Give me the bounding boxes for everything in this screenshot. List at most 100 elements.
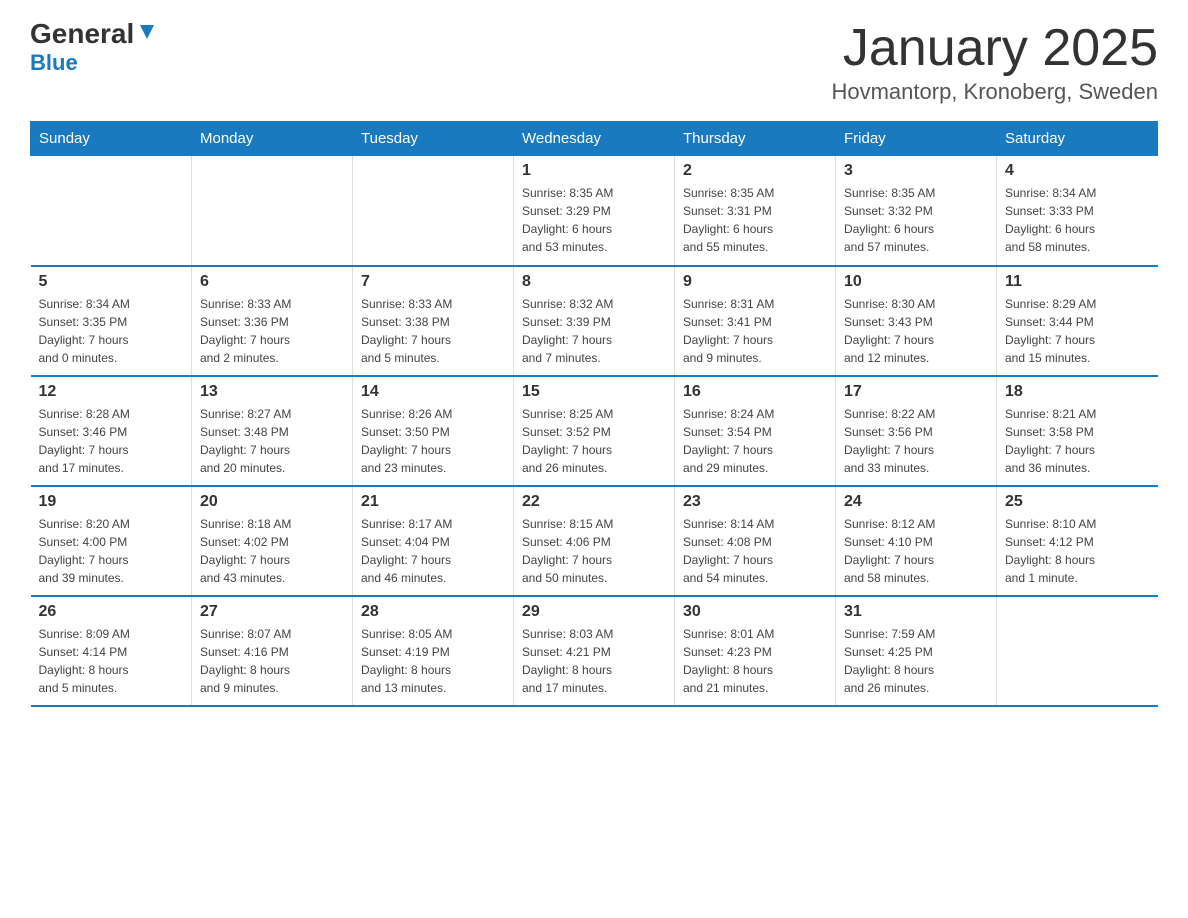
day-info: Sunrise: 8:25 AM Sunset: 3:52 PM Dayligh… bbox=[522, 405, 666, 477]
calendar-week-row: 12Sunrise: 8:28 AM Sunset: 3:46 PM Dayli… bbox=[31, 376, 1158, 486]
calendar-cell: 29Sunrise: 8:03 AM Sunset: 4:21 PM Dayli… bbox=[514, 596, 675, 706]
calendar-week-row: 19 Sunrise: 8:20 AM Sunset: 4:00 PM Dayli… bbox=[31, 486, 1158, 596]
day-number: 28 bbox=[361, 603, 505, 621]
day-number: 14 bbox=[361, 383, 505, 401]
day-number: 17 bbox=[844, 383, 988, 401]
calendar-cell: 2 Sunrise: 8:35 AM Sunset: 3:31 PM Daylig… bbox=[675, 156, 836, 266]
calendar-cell: 6Sunrise: 8:33 AM Sunset: 3:36 PM Daylig… bbox=[192, 266, 353, 376]
calendar-cell: 4 Sunrise: 8:34 AM Sunset: 3:33 PM Daylig… bbox=[997, 156, 1158, 266]
day-info: Sunrise: 8:22 AM Sunset: 3:56 PM Dayligh… bbox=[844, 405, 988, 477]
day-info: Sunrise: 8:33 AM Sunset: 3:38 PM Dayligh… bbox=[361, 295, 505, 367]
calendar-cell: 18 Sunrise: 8:21 AM Sunset: 3:58 PM Dayli… bbox=[997, 376, 1158, 486]
calendar-cell bbox=[31, 156, 192, 266]
day-info: Sunrise: 8:28 AM Sunset: 3:46 PM Dayligh… bbox=[39, 405, 184, 477]
column-header-tuesday: Tuesday bbox=[353, 122, 514, 156]
day-info: Sunrise: 8:24 AM Sunset: 3:54 PM Dayligh… bbox=[683, 405, 827, 477]
calendar-cell: 20 Sunrise: 8:18 AM Sunset: 4:02 PM Dayli… bbox=[192, 486, 353, 596]
calendar-cell: 11 Sunrise: 8:29 AM Sunset: 3:44 PM Dayli… bbox=[997, 266, 1158, 376]
day-number: 5 bbox=[39, 273, 184, 291]
day-info: Sunrise: 8:07 AM Sunset: 4:16 PM Dayligh… bbox=[200, 625, 344, 697]
day-number: 11 bbox=[1005, 273, 1150, 291]
location: Hovmantorp, Kronoberg, Sweden bbox=[831, 79, 1158, 105]
day-info: Sunrise: 8:18 AM Sunset: 4:02 PM Dayligh… bbox=[200, 515, 344, 587]
day-info: Sunrise: 8:17 AM Sunset: 4:04 PM Dayligh… bbox=[361, 515, 505, 587]
day-number: 4 bbox=[1005, 162, 1150, 180]
calendar-cell: 28 Sunrise: 8:05 AM Sunset: 4:19 PM Dayli… bbox=[353, 596, 514, 706]
day-number: 24 bbox=[844, 493, 988, 511]
day-number: 13 bbox=[200, 383, 344, 401]
day-info: Sunrise: 8:05 AM Sunset: 4:19 PM Dayligh… bbox=[361, 625, 505, 697]
calendar-cell: 24 Sunrise: 8:12 AM Sunset: 4:10 PM Dayli… bbox=[836, 486, 997, 596]
calendar-header-row: SundayMondayTuesdayWednesdayThursdayFrid… bbox=[31, 122, 1158, 156]
calendar-table: SundayMondayTuesdayWednesdayThursdayFrid… bbox=[30, 121, 1158, 707]
day-number: 2 bbox=[683, 162, 827, 180]
day-number: 19 bbox=[39, 493, 184, 511]
day-info: Sunrise: 8:20 AM Sunset: 4:00 PM Dayligh… bbox=[39, 515, 184, 587]
day-number: 30 bbox=[683, 603, 827, 621]
calendar-week-row: 5Sunrise: 8:34 AM Sunset: 3:35 PM Daylig… bbox=[31, 266, 1158, 376]
day-info: Sunrise: 8:31 AM Sunset: 3:41 PM Dayligh… bbox=[683, 295, 827, 367]
day-info: Sunrise: 7:59 AM Sunset: 4:25 PM Dayligh… bbox=[844, 625, 988, 697]
calendar-cell: 22 Sunrise: 8:15 AM Sunset: 4:06 PM Dayli… bbox=[514, 486, 675, 596]
day-info: Sunrise: 8:01 AM Sunset: 4:23 PM Dayligh… bbox=[683, 625, 827, 697]
day-number: 26 bbox=[39, 603, 184, 621]
day-info: Sunrise: 8:14 AM Sunset: 4:08 PM Dayligh… bbox=[683, 515, 827, 587]
day-number: 3 bbox=[844, 162, 988, 180]
calendar-cell: 3 Sunrise: 8:35 AM Sunset: 3:32 PM Daylig… bbox=[836, 156, 997, 266]
title-area: January 2025 Hovmantorp, Kronoberg, Swed… bbox=[831, 20, 1158, 105]
calendar-week-row: 26 Sunrise: 8:09 AM Sunset: 4:14 PM Dayli… bbox=[31, 596, 1158, 706]
day-number: 25 bbox=[1005, 493, 1150, 511]
calendar-cell: 31 Sunrise: 7:59 AM Sunset: 4:25 PM Dayli… bbox=[836, 596, 997, 706]
calendar-cell: 14 Sunrise: 8:26 AM Sunset: 3:50 PM Dayli… bbox=[353, 376, 514, 486]
calendar-cell: 5Sunrise: 8:34 AM Sunset: 3:35 PM Daylig… bbox=[31, 266, 192, 376]
calendar-cell: 8 Sunrise: 8:32 AM Sunset: 3:39 PM Daylig… bbox=[514, 266, 675, 376]
logo-triangle-icon bbox=[136, 21, 158, 43]
column-header-wednesday: Wednesday bbox=[514, 122, 675, 156]
column-header-saturday: Saturday bbox=[997, 122, 1158, 156]
day-number: 20 bbox=[200, 493, 344, 511]
day-info: Sunrise: 8:29 AM Sunset: 3:44 PM Dayligh… bbox=[1005, 295, 1150, 367]
day-number: 21 bbox=[361, 493, 505, 511]
day-info: Sunrise: 8:12 AM Sunset: 4:10 PM Dayligh… bbox=[844, 515, 988, 587]
calendar-cell: 19 Sunrise: 8:20 AM Sunset: 4:00 PM Dayli… bbox=[31, 486, 192, 596]
day-info: Sunrise: 8:34 AM Sunset: 3:33 PM Dayligh… bbox=[1005, 184, 1150, 256]
calendar-cell: 21 Sunrise: 8:17 AM Sunset: 4:04 PM Dayli… bbox=[353, 486, 514, 596]
day-info: Sunrise: 8:15 AM Sunset: 4:06 PM Dayligh… bbox=[522, 515, 666, 587]
day-number: 23 bbox=[683, 493, 827, 511]
day-number: 18 bbox=[1005, 383, 1150, 401]
day-info: Sunrise: 8:30 AM Sunset: 3:43 PM Dayligh… bbox=[844, 295, 988, 367]
day-number: 22 bbox=[522, 493, 666, 511]
calendar-cell: 12Sunrise: 8:28 AM Sunset: 3:46 PM Dayli… bbox=[31, 376, 192, 486]
column-header-thursday: Thursday bbox=[675, 122, 836, 156]
day-number: 1 bbox=[522, 162, 666, 180]
day-info: Sunrise: 8:35 AM Sunset: 3:31 PM Dayligh… bbox=[683, 184, 827, 256]
calendar-cell: 1Sunrise: 8:35 AM Sunset: 3:29 PM Daylig… bbox=[514, 156, 675, 266]
calendar-cell: 23 Sunrise: 8:14 AM Sunset: 4:08 PM Dayli… bbox=[675, 486, 836, 596]
calendar-cell: 9 Sunrise: 8:31 AM Sunset: 3:41 PM Daylig… bbox=[675, 266, 836, 376]
logo-general: General bbox=[30, 20, 134, 48]
day-info: Sunrise: 8:21 AM Sunset: 3:58 PM Dayligh… bbox=[1005, 405, 1150, 477]
calendar-cell: 25 Sunrise: 8:10 AM Sunset: 4:12 PM Dayli… bbox=[997, 486, 1158, 596]
calendar-cell: 10Sunrise: 8:30 AM Sunset: 3:43 PM Dayli… bbox=[836, 266, 997, 376]
calendar-cell: 26 Sunrise: 8:09 AM Sunset: 4:14 PM Dayli… bbox=[31, 596, 192, 706]
calendar-cell: 13Sunrise: 8:27 AM Sunset: 3:48 PM Dayli… bbox=[192, 376, 353, 486]
day-info: Sunrise: 8:10 AM Sunset: 4:12 PM Dayligh… bbox=[1005, 515, 1150, 587]
day-number: 31 bbox=[844, 603, 988, 621]
day-number: 9 bbox=[683, 273, 827, 291]
day-info: Sunrise: 8:35 AM Sunset: 3:32 PM Dayligh… bbox=[844, 184, 988, 256]
calendar-cell bbox=[353, 156, 514, 266]
day-number: 6 bbox=[200, 273, 344, 291]
day-info: Sunrise: 8:09 AM Sunset: 4:14 PM Dayligh… bbox=[39, 625, 184, 697]
calendar-cell bbox=[192, 156, 353, 266]
day-number: 8 bbox=[522, 273, 666, 291]
day-number: 16 bbox=[683, 383, 827, 401]
calendar-cell: 27Sunrise: 8:07 AM Sunset: 4:16 PM Dayli… bbox=[192, 596, 353, 706]
day-number: 15 bbox=[522, 383, 666, 401]
column-header-sunday: Sunday bbox=[31, 122, 192, 156]
day-info: Sunrise: 8:26 AM Sunset: 3:50 PM Dayligh… bbox=[361, 405, 505, 477]
page-header: General Blue January 2025 Hovmantorp, Kr… bbox=[30, 20, 1158, 105]
calendar-week-row: 1Sunrise: 8:35 AM Sunset: 3:29 PM Daylig… bbox=[31, 156, 1158, 266]
column-header-friday: Friday bbox=[836, 122, 997, 156]
calendar-cell: 16 Sunrise: 8:24 AM Sunset: 3:54 PM Dayli… bbox=[675, 376, 836, 486]
day-info: Sunrise: 8:32 AM Sunset: 3:39 PM Dayligh… bbox=[522, 295, 666, 367]
